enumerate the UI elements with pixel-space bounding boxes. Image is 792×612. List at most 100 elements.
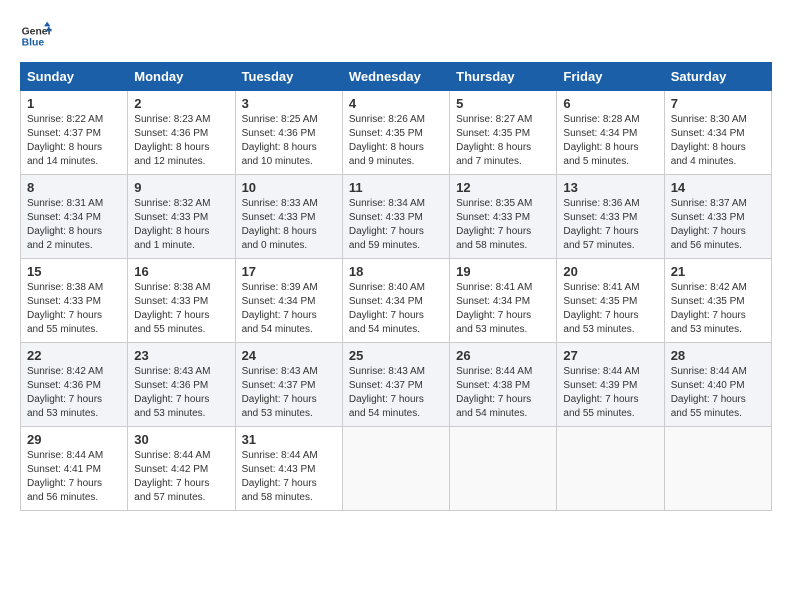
calendar-cell	[342, 427, 449, 511]
cell-details: Sunrise: 8:38 AM Sunset: 4:33 PM Dayligh…	[134, 281, 228, 337]
day-header-thursday: Thursday	[450, 63, 557, 91]
calendar-cell: 23 Sunrise: 8:43 AM Sunset: 4:36 PM Dayl…	[128, 343, 235, 427]
day-number: 29	[27, 432, 121, 447]
calendar-cell: 13 Sunrise: 8:36 AM Sunset: 4:33 PM Dayl…	[557, 175, 664, 259]
calendar-cell: 11 Sunrise: 8:34 AM Sunset: 4:33 PM Dayl…	[342, 175, 449, 259]
day-number: 10	[242, 180, 336, 195]
calendar-cell: 20 Sunrise: 8:41 AM Sunset: 4:35 PM Dayl…	[557, 259, 664, 343]
cell-details: Sunrise: 8:42 AM Sunset: 4:36 PM Dayligh…	[27, 365, 121, 421]
day-number: 8	[27, 180, 121, 195]
day-number: 20	[563, 264, 657, 279]
cell-details: Sunrise: 8:34 AM Sunset: 4:33 PM Dayligh…	[349, 197, 443, 253]
calendar-cell	[557, 427, 664, 511]
cell-details: Sunrise: 8:43 AM Sunset: 4:36 PM Dayligh…	[134, 365, 228, 421]
day-number: 4	[349, 96, 443, 111]
day-number: 21	[671, 264, 765, 279]
cell-details: Sunrise: 8:43 AM Sunset: 4:37 PM Dayligh…	[242, 365, 336, 421]
header-row: SundayMondayTuesdayWednesdayThursdayFrid…	[21, 63, 772, 91]
day-number: 23	[134, 348, 228, 363]
cell-details: Sunrise: 8:37 AM Sunset: 4:33 PM Dayligh…	[671, 197, 765, 253]
day-number: 3	[242, 96, 336, 111]
calendar-cell: 22 Sunrise: 8:42 AM Sunset: 4:36 PM Dayl…	[21, 343, 128, 427]
calendar-cell: 3 Sunrise: 8:25 AM Sunset: 4:36 PM Dayli…	[235, 91, 342, 175]
logo: General Blue	[20, 20, 52, 52]
day-number: 22	[27, 348, 121, 363]
calendar-cell: 15 Sunrise: 8:38 AM Sunset: 4:33 PM Dayl…	[21, 259, 128, 343]
calendar-cell: 28 Sunrise: 8:44 AM Sunset: 4:40 PM Dayl…	[664, 343, 771, 427]
cell-details: Sunrise: 8:32 AM Sunset: 4:33 PM Dayligh…	[134, 197, 228, 253]
cell-details: Sunrise: 8:26 AM Sunset: 4:35 PM Dayligh…	[349, 113, 443, 169]
calendar-cell: 14 Sunrise: 8:37 AM Sunset: 4:33 PM Dayl…	[664, 175, 771, 259]
calendar-cell	[450, 427, 557, 511]
day-number: 28	[671, 348, 765, 363]
cell-details: Sunrise: 8:22 AM Sunset: 4:37 PM Dayligh…	[27, 113, 121, 169]
cell-details: Sunrise: 8:41 AM Sunset: 4:35 PM Dayligh…	[563, 281, 657, 337]
week-row-5: 29 Sunrise: 8:44 AM Sunset: 4:41 PM Dayl…	[21, 427, 772, 511]
calendar-cell: 5 Sunrise: 8:27 AM Sunset: 4:35 PM Dayli…	[450, 91, 557, 175]
calendar-cell: 10 Sunrise: 8:33 AM Sunset: 4:33 PM Dayl…	[235, 175, 342, 259]
cell-details: Sunrise: 8:42 AM Sunset: 4:35 PM Dayligh…	[671, 281, 765, 337]
cell-details: Sunrise: 8:44 AM Sunset: 4:38 PM Dayligh…	[456, 365, 550, 421]
cell-details: Sunrise: 8:44 AM Sunset: 4:43 PM Dayligh…	[242, 449, 336, 505]
calendar-cell: 9 Sunrise: 8:32 AM Sunset: 4:33 PM Dayli…	[128, 175, 235, 259]
day-header-friday: Friday	[557, 63, 664, 91]
cell-details: Sunrise: 8:44 AM Sunset: 4:42 PM Dayligh…	[134, 449, 228, 505]
day-header-monday: Monday	[128, 63, 235, 91]
day-number: 16	[134, 264, 228, 279]
svg-text:Blue: Blue	[22, 38, 45, 49]
cell-details: Sunrise: 8:41 AM Sunset: 4:34 PM Dayligh…	[456, 281, 550, 337]
week-row-4: 22 Sunrise: 8:42 AM Sunset: 4:36 PM Dayl…	[21, 343, 772, 427]
day-number: 13	[563, 180, 657, 195]
cell-details: Sunrise: 8:44 AM Sunset: 4:40 PM Dayligh…	[671, 365, 765, 421]
day-number: 25	[349, 348, 443, 363]
week-row-2: 8 Sunrise: 8:31 AM Sunset: 4:34 PM Dayli…	[21, 175, 772, 259]
week-row-3: 15 Sunrise: 8:38 AM Sunset: 4:33 PM Dayl…	[21, 259, 772, 343]
calendar-cell: 17 Sunrise: 8:39 AM Sunset: 4:34 PM Dayl…	[235, 259, 342, 343]
calendar-cell: 25 Sunrise: 8:43 AM Sunset: 4:37 PM Dayl…	[342, 343, 449, 427]
calendar-cell: 29 Sunrise: 8:44 AM Sunset: 4:41 PM Dayl…	[21, 427, 128, 511]
cell-details: Sunrise: 8:40 AM Sunset: 4:34 PM Dayligh…	[349, 281, 443, 337]
day-number: 27	[563, 348, 657, 363]
day-number: 31	[242, 432, 336, 447]
cell-details: Sunrise: 8:31 AM Sunset: 4:34 PM Dayligh…	[27, 197, 121, 253]
day-header-wednesday: Wednesday	[342, 63, 449, 91]
day-header-saturday: Saturday	[664, 63, 771, 91]
calendar-cell: 8 Sunrise: 8:31 AM Sunset: 4:34 PM Dayli…	[21, 175, 128, 259]
day-number: 19	[456, 264, 550, 279]
day-number: 14	[671, 180, 765, 195]
calendar-cell: 2 Sunrise: 8:23 AM Sunset: 4:36 PM Dayli…	[128, 91, 235, 175]
day-number: 2	[134, 96, 228, 111]
cell-details: Sunrise: 8:33 AM Sunset: 4:33 PM Dayligh…	[242, 197, 336, 253]
cell-details: Sunrise: 8:36 AM Sunset: 4:33 PM Dayligh…	[563, 197, 657, 253]
cell-details: Sunrise: 8:23 AM Sunset: 4:36 PM Dayligh…	[134, 113, 228, 169]
cell-details: Sunrise: 8:35 AM Sunset: 4:33 PM Dayligh…	[456, 197, 550, 253]
calendar-cell: 7 Sunrise: 8:30 AM Sunset: 4:34 PM Dayli…	[664, 91, 771, 175]
calendar-cell: 6 Sunrise: 8:28 AM Sunset: 4:34 PM Dayli…	[557, 91, 664, 175]
cell-details: Sunrise: 8:43 AM Sunset: 4:37 PM Dayligh…	[349, 365, 443, 421]
cell-details: Sunrise: 8:27 AM Sunset: 4:35 PM Dayligh…	[456, 113, 550, 169]
day-number: 12	[456, 180, 550, 195]
calendar-cell: 19 Sunrise: 8:41 AM Sunset: 4:34 PM Dayl…	[450, 259, 557, 343]
cell-details: Sunrise: 8:39 AM Sunset: 4:34 PM Dayligh…	[242, 281, 336, 337]
day-number: 11	[349, 180, 443, 195]
day-number: 26	[456, 348, 550, 363]
header: General Blue	[20, 20, 772, 52]
day-number: 18	[349, 264, 443, 279]
calendar-table: SundayMondayTuesdayWednesdayThursdayFrid…	[20, 62, 772, 511]
day-number: 9	[134, 180, 228, 195]
cell-details: Sunrise: 8:38 AM Sunset: 4:33 PM Dayligh…	[27, 281, 121, 337]
cell-details: Sunrise: 8:25 AM Sunset: 4:36 PM Dayligh…	[242, 113, 336, 169]
calendar-cell: 12 Sunrise: 8:35 AM Sunset: 4:33 PM Dayl…	[450, 175, 557, 259]
calendar-cell: 30 Sunrise: 8:44 AM Sunset: 4:42 PM Dayl…	[128, 427, 235, 511]
calendar-cell: 4 Sunrise: 8:26 AM Sunset: 4:35 PM Dayli…	[342, 91, 449, 175]
day-number: 15	[27, 264, 121, 279]
cell-details: Sunrise: 8:44 AM Sunset: 4:39 PM Dayligh…	[563, 365, 657, 421]
calendar-cell: 18 Sunrise: 8:40 AM Sunset: 4:34 PM Dayl…	[342, 259, 449, 343]
day-header-tuesday: Tuesday	[235, 63, 342, 91]
day-number: 30	[134, 432, 228, 447]
calendar-cell: 31 Sunrise: 8:44 AM Sunset: 4:43 PM Dayl…	[235, 427, 342, 511]
logo-icon: General Blue	[20, 20, 52, 52]
day-number: 6	[563, 96, 657, 111]
day-number: 5	[456, 96, 550, 111]
cell-details: Sunrise: 8:28 AM Sunset: 4:34 PM Dayligh…	[563, 113, 657, 169]
